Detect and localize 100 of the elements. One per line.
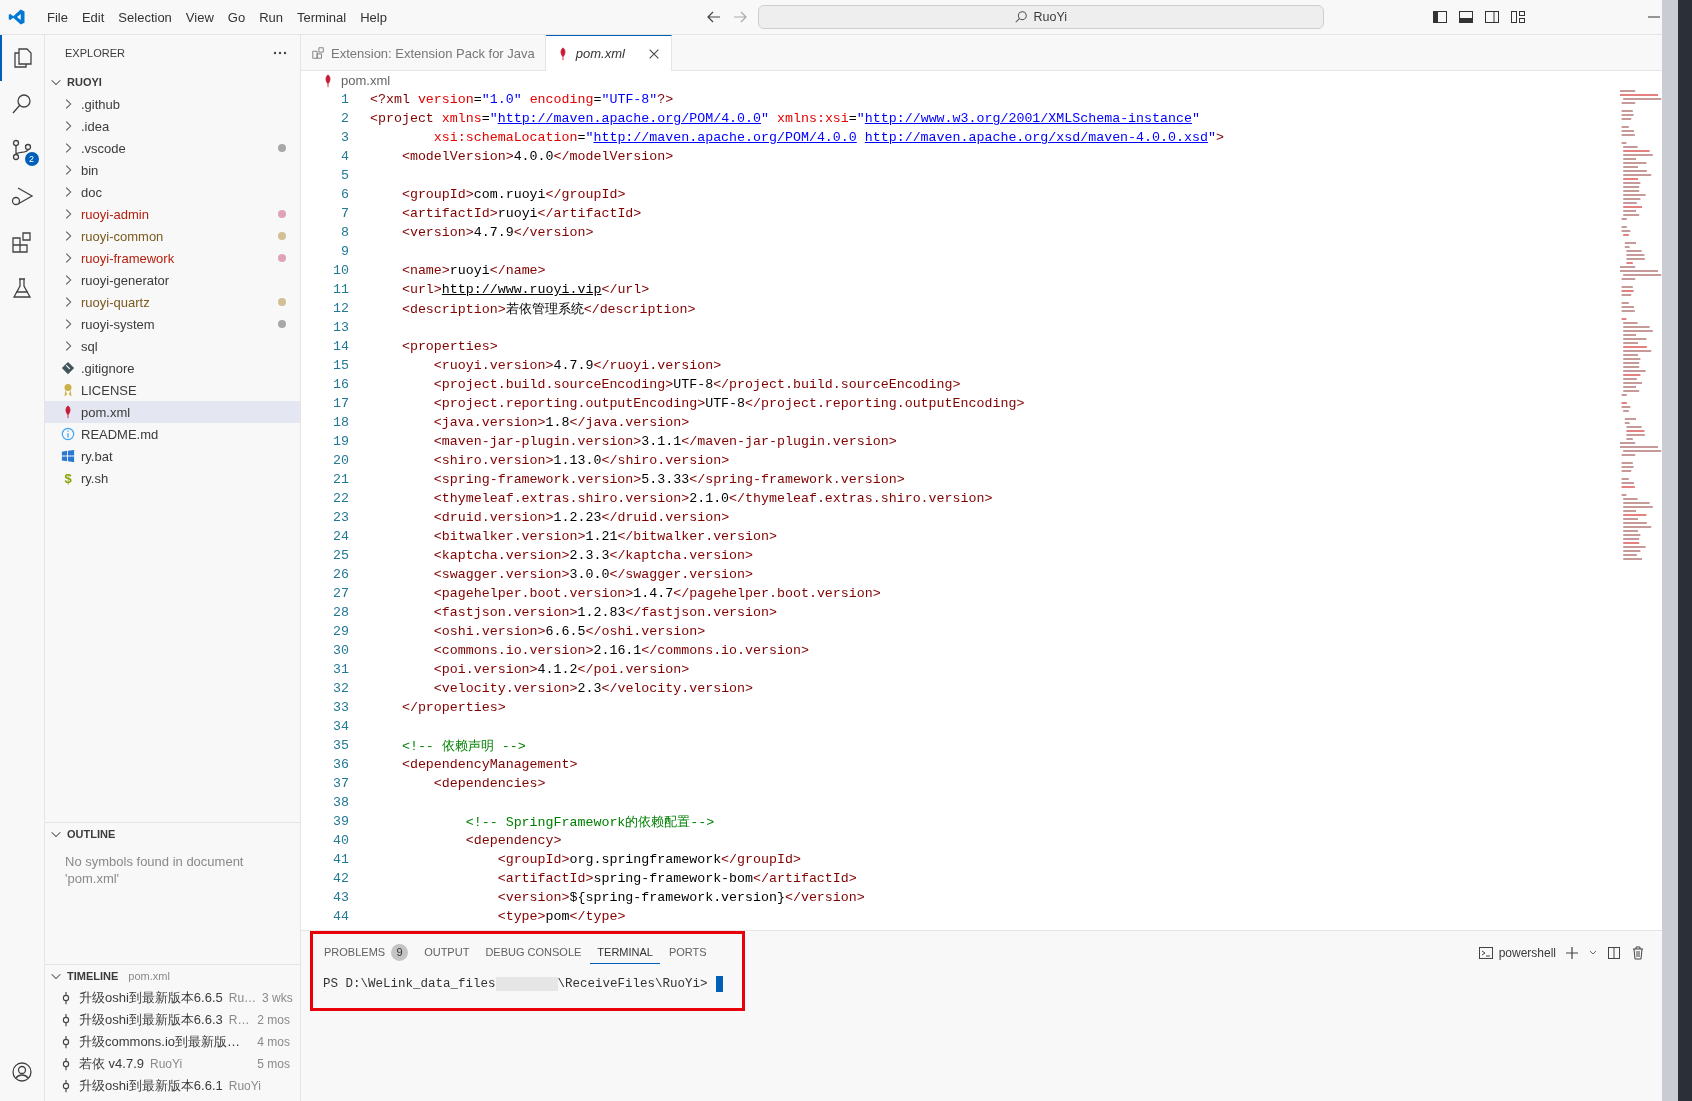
code-line: <?xml version="1.0" encoding="UTF-8"?> [370,92,674,107]
code-line: <!-- SpringFramework的依赖配置--> [464,813,715,831]
code-line: <type>pom</type> [496,909,626,924]
empty-message: No symbols found in document 'pom.xml' [64,853,245,887]
panel-tab[interactable]: OUTPUT [417,942,477,964]
timeline-entry[interactable]: 升级oshi到最新版本6.6.3 R… 2 mos [45,1009,300,1031]
timeline-entry[interactable]: 若依 v4.7.9 RuoYi 5 mos [45,1053,300,1075]
timeline-entry[interactable]: 升级oshi到最新版本6.6.5 Ru… 3 wks [45,987,300,1009]
menu-item[interactable]: File [40,6,75,28]
panel-tab[interactable]: PROBLEMS 9 [317,942,416,964]
tree-item[interactable]: $ ry.sh [45,467,300,489]
account-icon[interactable] [10,1060,34,1084]
tree-item[interactable]: .vscode [45,137,300,159]
tree-item[interactable]: .gitignore [45,357,300,379]
tree-item[interactable]: ry.bat [45,445,300,467]
line-number: 35 [332,738,349,753]
back-arrow-icon[interactable] [705,9,722,25]
line-number: 43 [332,890,349,905]
extensions-icon[interactable] [10,230,34,254]
section-header[interactable]: OUTLINE [67,828,116,840]
line-number: 22 [332,491,349,506]
menu-item[interactable]: Run [252,6,290,28]
panel-tab[interactable]: PORTS [661,942,714,964]
code-line: <swagger.version>3.0.0</swagger.version> [432,567,754,582]
tree-item[interactable]: doc [45,181,300,203]
line-number: 27 [332,586,349,601]
breadcrumb[interactable]: pom.xml [341,73,391,88]
code-line: <oshi.version>6.6.5</oshi.version> [432,624,706,639]
layout-grid-icon[interactable] [1510,9,1526,25]
search-icon [1014,10,1029,24]
code-line: <artifactId>ruoyi</artifactId> [400,206,642,221]
line-number: 28 [332,605,349,620]
tree-item[interactable]: bin [45,159,300,181]
timeline-entry[interactable]: 升级commons.io到最新版… 4 mos [45,1031,300,1053]
line-number: 11 [332,282,349,297]
trash-icon[interactable] [1630,945,1646,961]
tree-item[interactable]: ruoyi-generator [45,269,300,291]
line-number: 36 [332,757,349,772]
split-layout-icon[interactable] [1484,9,1500,25]
add-icon[interactable] [1564,945,1580,961]
tree-item[interactable]: .idea [45,115,300,137]
line-number: 25 [332,548,349,563]
timeline-entry[interactable]: 升级oshi到最新版本6.6.1 RuoYi [45,1075,300,1097]
line-number: 33 [332,700,349,715]
line-number: 39 [332,814,349,829]
split-icon[interactable] [1606,945,1622,961]
line-number: 12 [332,301,349,316]
code-line: <version>4.7.9</version> [400,225,594,240]
scrollbar[interactable] [1662,0,1678,1101]
code-line: <!-- 依赖声明 --> [400,737,526,755]
section-header[interactable]: TIMELINE [67,970,119,982]
code-line: <maven-jar-plugin.version>3.1.1</maven-jar-plugin.version> [432,434,897,449]
code-line: <groupId>com.ruoyi</groupId> [400,187,626,202]
diamond-icon [61,361,75,375]
tree-item[interactable]: ruoyi-admin [45,203,300,225]
sidebar-layout-icon[interactable] [1432,9,1448,25]
files-icon[interactable] [11,46,35,70]
code-line: </properties> [400,700,506,715]
line-number: 5 [340,168,349,183]
menu-item[interactable]: Selection [111,6,179,28]
flask-icon[interactable] [10,276,34,300]
panel-tab[interactable]: TERMINAL [590,942,660,964]
code-line: xsi:schemaLocation="http://maven.apache.org/POM/4.0.0 http://maven.apache.org/xsd/maven-4.0.0.xsd"> [432,130,1224,145]
menu-item[interactable]: Terminal [290,6,354,28]
panel-layout-icon[interactable] [1458,9,1474,25]
menu-item[interactable]: Help [353,6,394,28]
tree-item[interactable]: ruoyi-quartz [45,291,300,313]
info-icon [61,427,75,441]
section-header[interactable]: RUOYI [67,76,102,88]
editor-tab[interactable]: pom.xml [545,35,672,71]
tree-item[interactable]: pom.xml [45,401,300,423]
code-line: <groupId>org.springframework</groupId> [496,852,801,867]
tree-item[interactable]: LICENSE [45,379,300,401]
code-line: <artifactId>spring-framework-bom</artifactId> [496,871,857,886]
menu-item[interactable]: Go [220,6,253,28]
shell-selector[interactable]: powershell [1477,945,1556,961]
line-number: 2 [340,111,349,126]
search-icon[interactable] [10,92,34,116]
menu-item[interactable]: Edit [74,6,112,28]
line-number: 23 [332,510,349,525]
line-number: 21 [332,472,349,487]
tree-item[interactable]: ruoyi-system [45,313,300,335]
code-line: <modelVersion>4.0.0</modelVersion> [400,149,674,164]
line-number: 31 [332,662,349,677]
tree-item[interactable]: ruoyi-framework [45,247,300,269]
forward-arrow-icon[interactable] [731,9,748,25]
panel-tab[interactable]: DEBUG CONSOLE [478,942,589,964]
command-center[interactable]: RuoYi [757,5,1324,29]
tree-item[interactable]: sql [45,335,300,357]
source-control-icon[interactable] [10,138,34,162]
tree-item[interactable]: ruoyi-common [45,225,300,247]
line-number: 14 [332,339,349,354]
code-line: <project xmlns="http://maven.apache.org/POM/4.0.0" xmlns:xsi="http://www.w3.org/2001/XMLSchema-instance" [370,111,1200,126]
code-line: <project.reporting.outputEncoding>UTF-8</project.reporting.outputEncoding> [432,396,1025,411]
tree-item[interactable]: README.md [45,423,300,445]
code-line: <shiro.version>1.13.0</shiro.version> [432,453,730,468]
menu-item[interactable]: View [178,6,221,28]
line-number: 26 [332,567,349,582]
tree-item[interactable]: .github [45,93,300,115]
code-line: <java.version>1.8</java.version> [432,415,690,430]
